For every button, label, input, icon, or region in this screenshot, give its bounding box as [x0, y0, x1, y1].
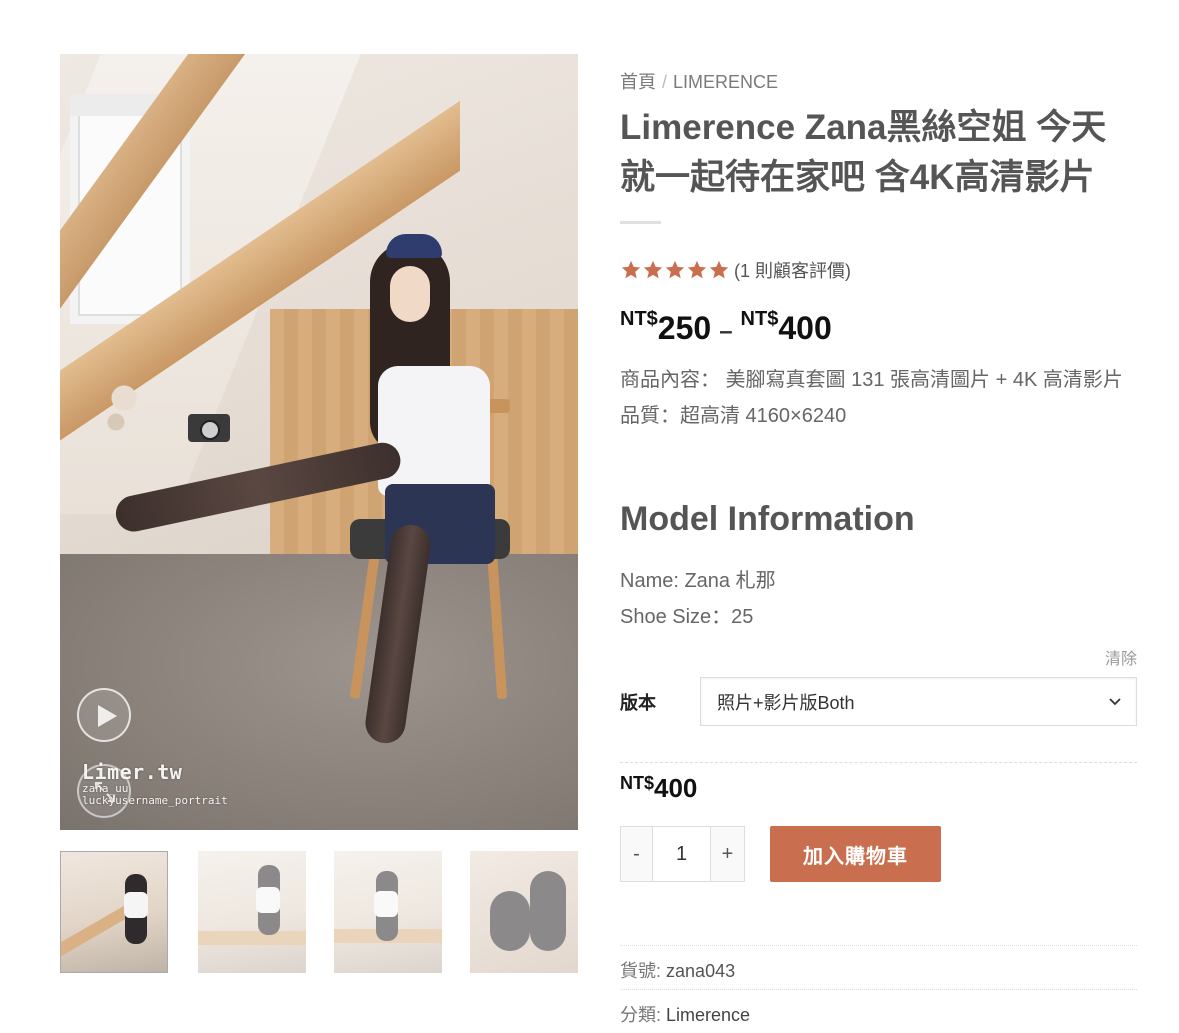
thumbnail-4[interactable]	[470, 851, 578, 973]
price-currency: NT$	[620, 308, 658, 330]
breadcrumb: 首頁 / LIMERENCE	[620, 68, 778, 94]
description-content: 商品內容： 美腳寫真套圖 131 張高清圖片 + 4K 高清影片	[620, 369, 1123, 391]
star-icon	[709, 260, 729, 279]
thumb-shirt	[256, 887, 280, 913]
thumb-shirt	[374, 891, 398, 917]
category-meta: 分類: Limerence	[620, 1001, 750, 1027]
watermark-title: Limer.tw	[82, 760, 183, 784]
thumb-feet	[530, 871, 566, 951]
product-main-image[interactable]: Limer.tw zana_uu luckyusername_portrait	[60, 54, 578, 830]
star-icon	[687, 260, 707, 279]
variation-price-amount: 400	[654, 773, 698, 803]
quantity-minus-button[interactable]: -	[620, 826, 653, 882]
title-divider	[620, 221, 661, 224]
model-info-heading: Model Information	[620, 500, 915, 538]
thumbnail-strip	[60, 851, 578, 973]
watermark-line: zana_uu	[82, 782, 129, 795]
photo-flowers	[104, 374, 144, 454]
breadcrumb-separator: /	[662, 72, 668, 92]
quantity-stepper: - 1 +	[620, 826, 745, 882]
watermark-line: luckyusername_portrait	[82, 793, 228, 807]
price-max: 400	[778, 310, 832, 346]
price-min: 250	[657, 310, 712, 346]
meta-divider	[620, 989, 1137, 990]
reset-variations-link[interactable]: 清除	[1105, 645, 1137, 669]
thumb-desk	[198, 931, 306, 945]
sku-label: 貨號:	[620, 961, 662, 981]
description-quality: 品質：超高清 4160×6240	[620, 405, 847, 427]
star-rating	[620, 259, 730, 281]
version-select[interactable]: 照片+影片版Both	[700, 677, 1137, 726]
variation-label: 版本	[620, 693, 656, 713]
product-description: 商品內容： 美腳寫真套圖 131 張高清圖片 + 4K 高清影片 品質：超高清 …	[620, 362, 1137, 434]
model-info: Name: Zana 札那 Shoe Size：25	[620, 563, 776, 635]
thumbnail-1[interactable]	[60, 851, 168, 973]
thumb-shirt	[124, 892, 148, 918]
star-icon	[643, 260, 663, 279]
video-play-button[interactable]	[77, 688, 131, 742]
rating-row: (1 則顧客評價)	[620, 257, 851, 283]
quantity-input[interactable]: 1	[653, 826, 710, 882]
thumbnail-3[interactable]	[334, 851, 442, 973]
price-range: NT$250– NT$400	[620, 308, 832, 348]
model-name: Name: Zana 札那	[620, 570, 776, 592]
add-to-cart-button[interactable]: 加入購物車	[770, 826, 941, 882]
thumb-feet	[490, 891, 530, 951]
star-icon	[621, 260, 641, 279]
variation-price-currency: NT$	[620, 773, 655, 793]
sku-value: zana043	[666, 961, 736, 981]
variation-divider	[620, 762, 1137, 763]
breadcrumb-home-link[interactable]: 首頁	[620, 72, 656, 92]
model-shoe-size: Shoe Size：25	[620, 606, 754, 628]
thumbnail-2[interactable]	[198, 851, 306, 973]
photo-figure-face	[390, 266, 430, 322]
version-select-value: 照片+影片版Both	[717, 692, 855, 713]
quantity-plus-button[interactable]: +	[710, 826, 745, 882]
photo-watermark: Limer.tw zana_uu luckyusername_portrait	[82, 762, 228, 806]
price-currency: NT$	[740, 308, 779, 330]
variation-price: NT$400	[620, 772, 697, 804]
star-icon	[665, 260, 685, 279]
meta-divider	[620, 945, 1137, 946]
chevron-down-icon	[1109, 698, 1121, 706]
photo-camera	[188, 414, 230, 442]
sku-meta: 貨號: zana043	[620, 957, 735, 983]
category-label: 分類:	[620, 1005, 662, 1025]
thumb-desk	[61, 901, 131, 957]
photo-figure-hat	[386, 234, 442, 258]
photo-figure-shirt	[378, 366, 490, 496]
price-dash: –	[719, 318, 733, 345]
reviews-link[interactable]: (1 則顧客評價)	[734, 257, 851, 283]
breadcrumb-category-link[interactable]: LIMERENCE	[673, 72, 778, 92]
product-title: Limerence Zana黑絲空姐 今天就一起待在家吧 含4K高清影片	[620, 108, 1107, 197]
category-link[interactable]: Limerence	[666, 1005, 750, 1025]
play-icon	[98, 705, 117, 727]
